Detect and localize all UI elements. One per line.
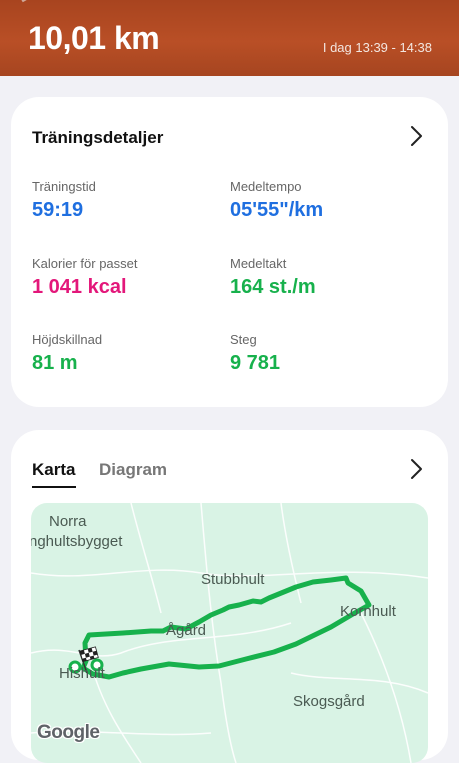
stat-average-pace: Medeltempo 05'55"/km [230, 179, 323, 222]
google-logo: Google [37, 722, 100, 743]
chevron-right-icon[interactable] [408, 458, 424, 480]
training-details-title: Träningsdetaljer [32, 128, 164, 147]
map-card: Karta Diagram Norra nghultsbygget Stubbh… [11, 430, 448, 763]
stat-label: Kalorier för passet [32, 256, 138, 271]
stat-label: Medeltakt [230, 256, 287, 271]
workout-time-range: I dag 13:39 - 14:38 [322, 40, 432, 55]
stat-value: 59:19 [32, 199, 84, 221]
stat-label: Träningstid [32, 179, 96, 194]
map-place-label: Stubbhult [201, 571, 265, 588]
stat-cadence: Medeltakt 164 st./m [230, 256, 316, 299]
tab-map[interactable]: Karta [32, 460, 75, 480]
map-place-label: Hishult [59, 665, 105, 682]
map-place-label: Ågård [166, 622, 207, 639]
route-map[interactable]: Norra nghultsbygget Stubbhult Kornhult Å… [31, 503, 428, 763]
stat-label: Höjdskillnad [32, 332, 103, 347]
training-details-card[interactable]: Träningsdetaljer Träningstid 59:19 Medel… [11, 97, 448, 407]
stat-value: 164 st./m [230, 276, 316, 298]
stat-value: 05'55"/km [230, 199, 324, 221]
stat-value: 81 m [32, 352, 78, 374]
total-distance: 10,01 km [28, 20, 160, 56]
tab-diagram[interactable]: Diagram [99, 460, 167, 480]
map-place-label: Kornhult [340, 603, 396, 620]
chevron-right-icon[interactable] [408, 125, 424, 147]
active-tab-indicator [32, 486, 76, 488]
stat-calories: Kalorier för passet 1 041 kcal [32, 256, 138, 299]
stat-steps: Steg 9 781 [230, 332, 280, 375]
map-place-label: Skogsgård [293, 693, 365, 710]
stat-training-time: Träningstid 59:19 [32, 179, 96, 222]
stat-value: 9 781 [230, 352, 281, 374]
map-place-label: Norra [49, 513, 87, 530]
activity-header: 10,01 km I dag 13:39 - 14:38 [0, 0, 459, 76]
map-place-label: nghultsbygget [31, 533, 123, 550]
track-line-decoration [21, 0, 49, 3]
stat-elevation-gain: Höjdskillnad 81 m [32, 332, 102, 375]
stat-label: Medeltempo [230, 179, 302, 194]
stat-value: 1 041 kcal [32, 276, 127, 298]
route-path [80, 575, 372, 680]
stat-label: Steg [230, 332, 257, 347]
